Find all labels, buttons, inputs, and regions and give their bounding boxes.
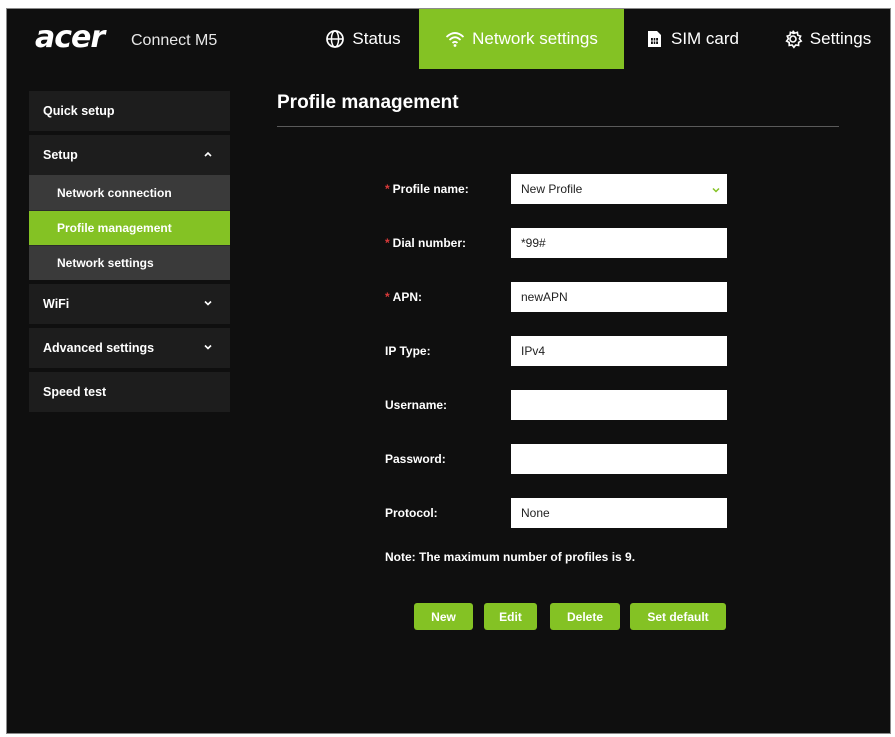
sidebar-item-speed-test[interactable]: Speed test xyxy=(29,372,230,412)
password-row: Password: xyxy=(385,444,735,474)
username-input[interactable] xyxy=(511,390,727,420)
product-name: Connect M5 xyxy=(131,32,218,49)
required-marker: * xyxy=(385,182,390,196)
chevron-down-icon xyxy=(202,297,214,309)
nav-status[interactable]: Status xyxy=(307,9,419,69)
dial-number-value: *99# xyxy=(521,236,546,250)
sidebar-item-network-settings[interactable]: Network settings xyxy=(29,245,230,280)
wifi-icon xyxy=(445,29,465,49)
acer-logo: acer xyxy=(35,20,105,55)
chevron-down-icon xyxy=(711,184,721,194)
dial-number-input[interactable]: *99# xyxy=(511,228,727,258)
ip-type-row: IP Type: IPv4 xyxy=(385,336,735,366)
sim-card-icon xyxy=(644,29,664,49)
apn-label: * APN: xyxy=(385,290,423,304)
required-marker: * xyxy=(385,236,390,250)
sidebar-item-label: Setup xyxy=(43,148,78,162)
profile-name-select[interactable]: New Profile xyxy=(511,174,727,204)
globe-icon xyxy=(325,29,345,49)
password-label: Password: xyxy=(385,452,446,466)
username-label: Username: xyxy=(385,398,448,412)
ip-type-field[interactable]: IPv4 xyxy=(511,336,727,366)
sidebar-item-label: WiFi xyxy=(43,297,70,311)
sidebar-item-network-connection[interactable]: Network connection xyxy=(29,175,230,210)
max-profiles-note: Note: The maximum number of profiles is … xyxy=(385,550,636,564)
protocol-row: Protocol: None xyxy=(385,498,735,528)
protocol-field[interactable]: None xyxy=(511,498,727,528)
ip-type-label: IP Type: xyxy=(385,344,431,358)
set-default-button[interactable]: Set default xyxy=(630,603,726,630)
sidebar-item-label: Network settings xyxy=(57,256,154,270)
chevron-up-icon xyxy=(202,148,214,160)
chevron-down-icon xyxy=(202,341,214,353)
dial-number-row: * Dial number: *99# xyxy=(385,228,735,258)
nav-settings[interactable]: Settings xyxy=(767,9,887,69)
sidebar-item-label: Advanced settings xyxy=(43,341,155,355)
nav-status-label: Status xyxy=(352,29,401,48)
sidebar-item-quick-setup[interactable]: Quick setup xyxy=(29,91,230,131)
page-title: Profile management xyxy=(277,92,459,113)
sidebar-item-wifi[interactable]: WiFi xyxy=(29,284,230,324)
sidebar-item-setup[interactable]: Setup xyxy=(29,135,230,175)
sidebar-item-label: Quick setup xyxy=(43,104,115,118)
sidebar-item-label: Network connection xyxy=(57,185,172,200)
apn-row: * APN: newAPN xyxy=(385,282,735,312)
edit-button[interactable]: Edit xyxy=(484,603,537,630)
new-button[interactable]: New xyxy=(414,603,473,630)
profile-name-value: New Profile xyxy=(521,182,583,196)
password-input[interactable] xyxy=(511,444,727,474)
apn-input[interactable]: newAPN xyxy=(511,282,727,312)
ip-type-value: IPv4 xyxy=(521,344,546,358)
protocol-value: None xyxy=(521,506,550,520)
nav-network-settings-label: Network settings xyxy=(472,29,598,48)
sidebar-item-label: Profile management xyxy=(57,221,172,235)
nav-sim-card[interactable]: SIM card xyxy=(624,9,759,69)
sidebar-item-advanced-settings[interactable]: Advanced settings xyxy=(29,328,230,368)
title-divider xyxy=(277,126,839,127)
sidebar: Quick setup Setup Network connection Pro… xyxy=(29,91,230,416)
sidebar-item-profile-management[interactable]: Profile management xyxy=(29,210,230,245)
nav-sim-card-label: SIM card xyxy=(670,29,740,48)
dial-number-label: * Dial number: xyxy=(385,236,467,250)
profile-name-label: * Profile name: xyxy=(385,182,469,196)
username-row: Username: xyxy=(385,390,735,420)
required-marker: * xyxy=(385,290,390,304)
profile-name-row: * Profile name: New Profile xyxy=(385,174,735,204)
sidebar-item-label: Speed test xyxy=(43,385,107,399)
nav-settings-label: Settings xyxy=(809,29,872,48)
router-admin-window: acer Connect M5 Status Network settings … xyxy=(6,8,891,734)
gear-icon xyxy=(783,29,803,49)
nav-network-settings[interactable]: Network settings xyxy=(419,9,624,69)
delete-button[interactable]: Delete xyxy=(550,603,620,630)
protocol-label: Protocol: xyxy=(385,506,438,520)
apn-value: newAPN xyxy=(521,290,568,304)
top-bar: acer Connect M5 Status Network settings … xyxy=(7,9,890,69)
setup-submenu: Network connection Profile management Ne… xyxy=(29,175,230,280)
